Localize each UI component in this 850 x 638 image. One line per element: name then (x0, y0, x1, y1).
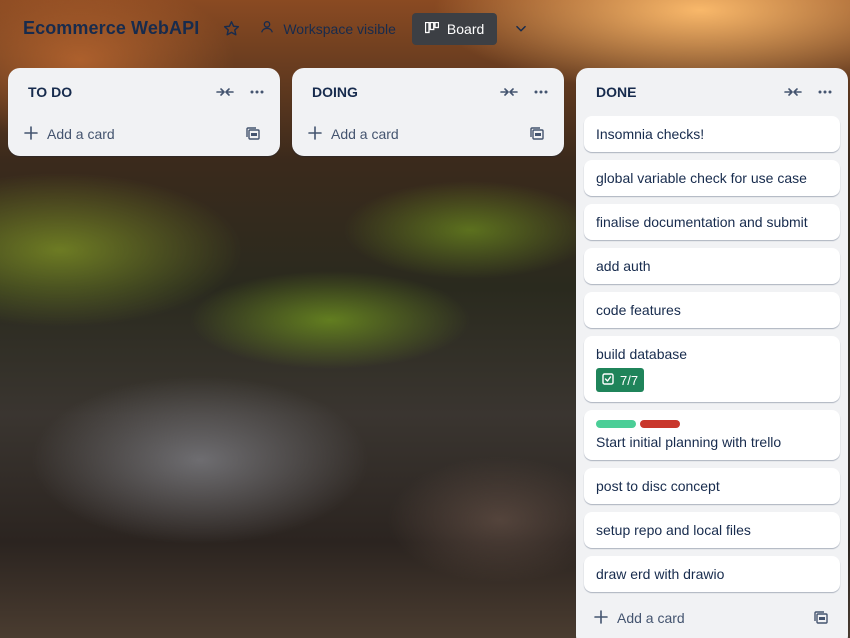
list-header: DONE (576, 68, 848, 116)
card[interactable]: global variable check for use case (584, 160, 840, 196)
card[interactable]: Start initial planning with trello (584, 410, 840, 460)
card-labels (596, 420, 828, 428)
list-title[interactable]: TO DO (28, 84, 72, 100)
plus-icon (308, 125, 322, 143)
add-card-button[interactable]: Add a card (594, 609, 685, 627)
more-icon[interactable] (530, 81, 552, 103)
template-icon[interactable] (526, 123, 548, 145)
list-header: TO DO (8, 68, 280, 116)
board-view-icon (424, 21, 440, 37)
label-green[interactable] (596, 420, 636, 428)
checklist-badge: 7/7 (596, 368, 645, 392)
workspace-visibility-label: Workspace visible (283, 20, 396, 37)
card-title: Start initial planning with trello (596, 434, 782, 450)
add-card-label: Add a card (331, 126, 399, 142)
card-title: code features (596, 302, 681, 318)
card[interactable]: finalise documentation and submit (584, 204, 840, 240)
card-title: draw erd with drawio (596, 566, 725, 582)
checklist-icon (602, 372, 614, 388)
star-icon[interactable] (221, 19, 241, 39)
add-card-row: Add a card (576, 600, 848, 636)
collapse-icon[interactable] (782, 81, 804, 103)
template-icon[interactable] (810, 607, 832, 629)
add-card-button[interactable]: Add a card (308, 125, 399, 143)
list-title[interactable]: DONE (596, 84, 636, 100)
card[interactable]: build database 7/7 (584, 336, 840, 402)
template-icon[interactable] (242, 123, 264, 145)
workspace-visibility-button[interactable]: Workspace visible (259, 13, 396, 45)
plus-icon (594, 609, 608, 627)
card-list: Insomnia checks! global variable check f… (576, 116, 848, 592)
list-doing: DOING Add a card (292, 68, 564, 156)
add-card-row: Add a card (292, 116, 564, 152)
list-todo: TO DO Add a card (8, 68, 280, 156)
board-header: Ecommerce WebAPI Workspace visible Board (0, 0, 850, 57)
card-title: Insomnia checks! (596, 126, 705, 142)
card[interactable]: post to disc concept (584, 468, 840, 504)
people-icon (259, 19, 275, 38)
add-card-label: Add a card (617, 610, 685, 626)
card-title: add auth (596, 258, 651, 274)
card-title: post to disc concept (596, 478, 720, 494)
card[interactable]: add auth (584, 248, 840, 284)
plus-icon (24, 125, 38, 143)
label-red[interactable] (640, 420, 680, 428)
collapse-icon[interactable] (214, 81, 236, 103)
card-title: global variable check for use case (596, 170, 807, 186)
list-header: DOING (292, 68, 564, 116)
card[interactable]: code features (584, 292, 840, 328)
board-view-label: Board (446, 20, 485, 37)
collapse-icon[interactable] (498, 81, 520, 103)
list-done: DONE Insomnia checks! global variable ch… (576, 68, 848, 638)
chevron-down-icon[interactable] (509, 17, 533, 41)
more-icon[interactable] (814, 81, 836, 103)
card-title: finalise documentation and submit (596, 214, 808, 230)
board-view-button[interactable]: Board (411, 12, 498, 45)
add-card-button[interactable]: Add a card (24, 125, 115, 143)
add-card-row: Add a card (8, 116, 280, 152)
card-title: setup repo and local files (596, 522, 751, 538)
card-title: build database (596, 346, 688, 362)
list-title[interactable]: DOING (312, 84, 358, 100)
card[interactable]: draw erd with drawio (584, 556, 840, 592)
checklist-count: 7/7 (620, 372, 639, 388)
card[interactable]: Insomnia checks! (584, 116, 840, 152)
card[interactable]: setup repo and local files (584, 512, 840, 548)
board-title[interactable]: Ecommerce WebAPI (23, 18, 199, 39)
add-card-label: Add a card (47, 126, 115, 142)
more-icon[interactable] (246, 81, 268, 103)
